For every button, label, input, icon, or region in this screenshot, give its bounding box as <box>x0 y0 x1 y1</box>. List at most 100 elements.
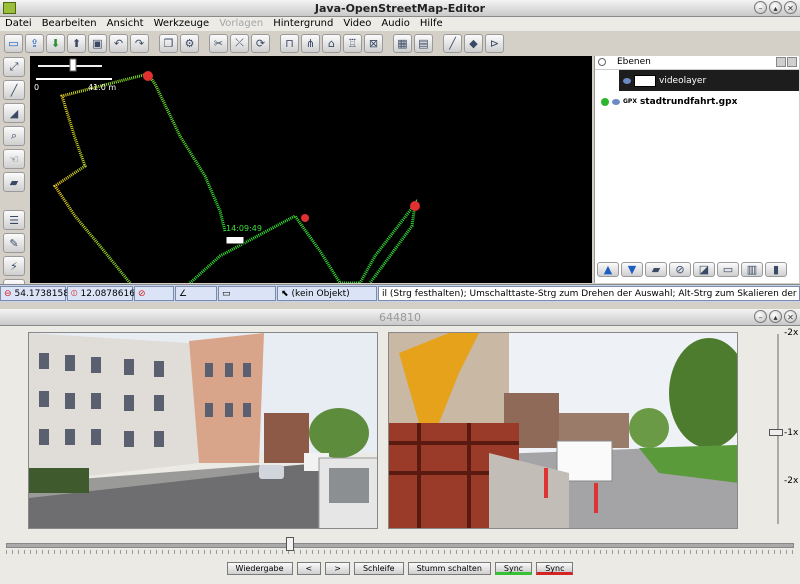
sync-green-button[interactable]: Sync <box>494 562 533 575</box>
playback-position-slider[interactable] <box>6 536 794 556</box>
train-icon[interactable]: ▤ <box>414 33 433 53</box>
play-button[interactable]: Wiedergabe <box>226 562 293 575</box>
collapse-icon[interactable] <box>598 58 606 66</box>
angle-icon: ∠ <box>179 288 188 299</box>
video-marker-icon-stripes <box>226 234 244 237</box>
layer-row-gpx[interactable]: GPX stadtrundfahrt.gpx <box>595 91 799 112</box>
video-frame-right[interactable] <box>388 332 738 529</box>
open-file-icon[interactable]: ▭ <box>4 33 23 53</box>
preset-1-icon[interactable]: ⊓ <box>280 33 299 53</box>
layers-panel-header: Ebenen <box>595 56 799 70</box>
preset-5-icon[interactable]: ⊠ <box>364 33 383 53</box>
mute-button[interactable]: Stumm schalten <box>407 562 491 575</box>
show-hide-icon[interactable]: ⊘ <box>669 262 691 277</box>
maximize-icon[interactable]: ▴ <box>769 310 782 323</box>
help-message: il (Strg festhalten); Umschalttaste-Strg… <box>378 286 800 301</box>
delete-tool-icon[interactable]: ☜ <box>3 149 25 169</box>
menu-video[interactable]: Video <box>338 17 376 31</box>
draw-tool-icon[interactable]: ╱ <box>3 80 25 100</box>
road-icon[interactable]: ╱ <box>443 33 462 53</box>
download-icon[interactable]: ⬇ <box>46 33 65 53</box>
main-window-title: Java-OpenStreetMap-Editor <box>314 2 486 15</box>
map-view[interactable]: 0 41.0 m 14:09:49 <box>30 56 592 283</box>
menu-bearbeiten[interactable]: Bearbeiten <box>37 17 102 31</box>
menu-hintergrund[interactable]: Hintergrund <box>268 17 338 31</box>
align-tool-icon[interactable]: ◢ <box>3 103 25 123</box>
visibility-eye-icon[interactable] <box>612 98 620 105</box>
activate-layer-icon[interactable]: ▰ <box>645 262 667 277</box>
reverse-way-icon[interactable]: ⟳ <box>251 33 270 53</box>
street-scene-left <box>29 333 377 528</box>
layer-name: videolayer <box>659 75 707 86</box>
maximize-icon[interactable]: ▴ <box>769 1 782 14</box>
layer-list-icon[interactable]: ☰ <box>3 210 25 230</box>
bus-icon[interactable]: ▦ <box>393 33 412 53</box>
split-way-icon[interactable]: ✂ <box>209 33 228 53</box>
save-icon[interactable]: ▣ <box>88 33 107 53</box>
conflict-tool-icon[interactable]: ⚡ <box>3 256 25 276</box>
track-point <box>410 201 420 211</box>
player-window-title: 644810 <box>379 311 421 324</box>
layer-row-videolayer[interactable]: videolayer <box>619 70 799 91</box>
close-icon[interactable]: ✕ <box>784 310 797 323</box>
tag-icon[interactable]: ⊳ <box>485 33 504 53</box>
menu-audio[interactable]: Audio <box>376 17 414 31</box>
undo-icon[interactable]: ↶ <box>109 33 128 53</box>
menu-werkzeuge[interactable]: Werkzeuge <box>149 17 215 31</box>
preset-2-icon[interactable]: ⋔ <box>301 33 320 53</box>
tag-list-icon[interactable]: ✎ <box>3 233 25 253</box>
delete-layer-icon[interactable]: ▮ <box>765 262 787 277</box>
visibility-eye-icon[interactable] <box>623 77 631 84</box>
speed-slider-thumb[interactable] <box>769 429 783 436</box>
layer-properties-icon[interactable]: ▥ <box>741 262 763 277</box>
previous-button[interactable]: < <box>296 562 322 575</box>
minimize-icon[interactable]: – <box>754 1 767 14</box>
sync-red-button[interactable]: Sync <box>536 562 574 575</box>
next-button[interactable]: > <box>325 562 350 575</box>
redo-icon[interactable]: ↷ <box>130 33 149 53</box>
menu-vorlagen[interactable]: Vorlagen <box>214 17 268 31</box>
move-down-icon[interactable]: ▼ <box>621 262 643 277</box>
playback-position-thumb[interactable] <box>286 537 294 551</box>
panel-detach-icon[interactable] <box>776 57 786 67</box>
select-tool-icon[interactable]: ⤢ <box>3 57 25 77</box>
scale-slider-thumb[interactable] <box>69 58 77 72</box>
minimize-icon[interactable]: – <box>754 310 767 323</box>
latitude-icon: ⊖ <box>4 288 12 299</box>
merge-layer-icon[interactable]: ◪ <box>693 262 715 277</box>
preferences-icon[interactable]: ⚙ <box>180 33 199 53</box>
main-title-bar[interactable]: Java-OpenStreetMap-Editor – ▴ ✕ <box>0 0 800 17</box>
latitude-field: ⊖ 54.1738158 <box>0 286 69 301</box>
upload-icon[interactable]: ⬆ <box>67 33 86 53</box>
combine-way-icon[interactable]: ⤫ <box>230 33 249 53</box>
panel-close-icon[interactable] <box>787 57 797 67</box>
gps-track-canvas: 0 41.0 m 14:09:49 <box>34 58 420 283</box>
speed-label-middle: -1x <box>784 428 799 438</box>
video-time-label: 14:09:49 <box>226 224 262 233</box>
layers-panel-title: Ebenen <box>617 57 651 67</box>
menu-hilfe[interactable]: Hilfe <box>415 17 448 31</box>
menu-bar: Datei Bearbeiten Ansicht Werkzeuge Vorla… <box>0 17 800 31</box>
copy-icon[interactable]: ❐ <box>159 33 178 53</box>
distance-field: ▭ <box>218 286 276 301</box>
menu-ansicht[interactable]: Ansicht <box>102 17 149 31</box>
layers-panel: Ebenen videolayer GPX stadtrundfahrt.gpx… <box>594 56 799 283</box>
move-up-icon[interactable]: ▲ <box>597 262 619 277</box>
open-location-icon[interactable]: ⇪ <box>25 33 44 53</box>
active-check-icon <box>601 97 609 106</box>
loop-button[interactable]: Schleife <box>353 562 404 575</box>
video-frame-left[interactable] <box>28 332 378 529</box>
marker-icon[interactable]: ◆ <box>464 33 483 53</box>
zoom-tool-icon[interactable]: ⌕ <box>3 126 25 146</box>
layer-info-icon[interactable]: ▭ <box>717 262 739 277</box>
player-title-bar[interactable]: 644810 – ▴ ✕ <box>0 309 800 326</box>
object-field: ⬉ (kein Objekt) <box>277 286 377 301</box>
close-icon[interactable]: ✕ <box>784 1 797 14</box>
main-toolbar: ▭ ⇪ ⬇ ⬆ ▣ ↶ ↷ ❐ ⚙ ✂ ⤫ ⟳ ⊓ ⋔ ⌂ ♖ ⊠ ▦ ▤ ╱ … <box>0 31 800 55</box>
preset-4-icon[interactable]: ♖ <box>343 33 362 53</box>
menu-datei[interactable]: Datei <box>0 17 37 31</box>
speed-slider[interactable]: -2x -1x -2x <box>769 328 798 528</box>
preset-3-icon[interactable]: ⌂ <box>322 33 341 53</box>
extrude-tool-icon[interactable]: ▰ <box>3 172 25 192</box>
window-divider <box>0 302 800 309</box>
